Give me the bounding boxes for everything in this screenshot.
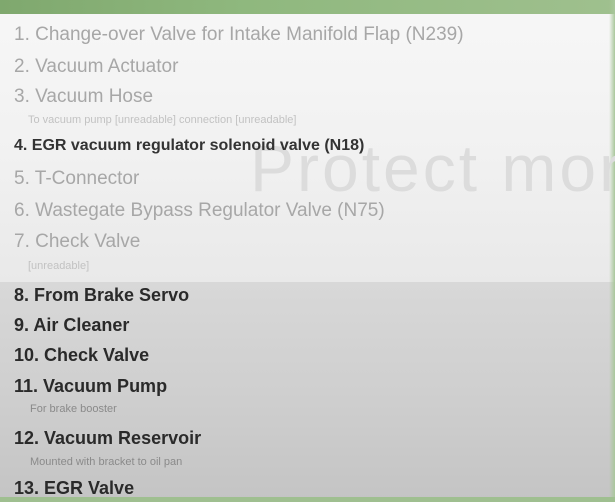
- legend-item: 4. EGR vacuum regulator solenoid valve (…: [14, 137, 365, 154]
- top-green-banner: [0, 0, 615, 14]
- legend-item: 12. Vacuum Reservoir: [14, 428, 202, 448]
- legend-item: 10. Check Valve: [14, 345, 150, 365]
- legend-item: 3. Vacuum Hose: [14, 86, 154, 107]
- legend-item: 2. Vacuum Actuator: [14, 56, 179, 77]
- right-green-border: [609, 0, 615, 502]
- legend-item-note: To vacuum pump [unreadable] connection […: [28, 114, 297, 126]
- legend-item: 9. Air Cleaner: [14, 315, 130, 335]
- legend-item-note: Mounted with bracket to oil pan: [30, 456, 183, 468]
- legend-item-note: [unreadable]: [28, 260, 90, 272]
- legend-item: 11. Vacuum Pump: [14, 376, 168, 396]
- legend-item: 1. Change-over Valve for Intake Manifold…: [14, 24, 464, 45]
- legend-item: 6. Wastegate Bypass Regulator Valve (N75…: [14, 200, 385, 221]
- vacuum-diagram-legend-page: Protect mor 1. Change-over Valve for Int…: [0, 0, 615, 502]
- legend-item: 7. Check Valve: [14, 231, 141, 252]
- legend-item: 5. T-Connector: [14, 168, 140, 189]
- legend-item: 8. From Brake Servo: [14, 285, 190, 305]
- legend-item-note: For brake booster: [30, 403, 117, 415]
- legend-item: 13. EGR Valve: [14, 478, 135, 498]
